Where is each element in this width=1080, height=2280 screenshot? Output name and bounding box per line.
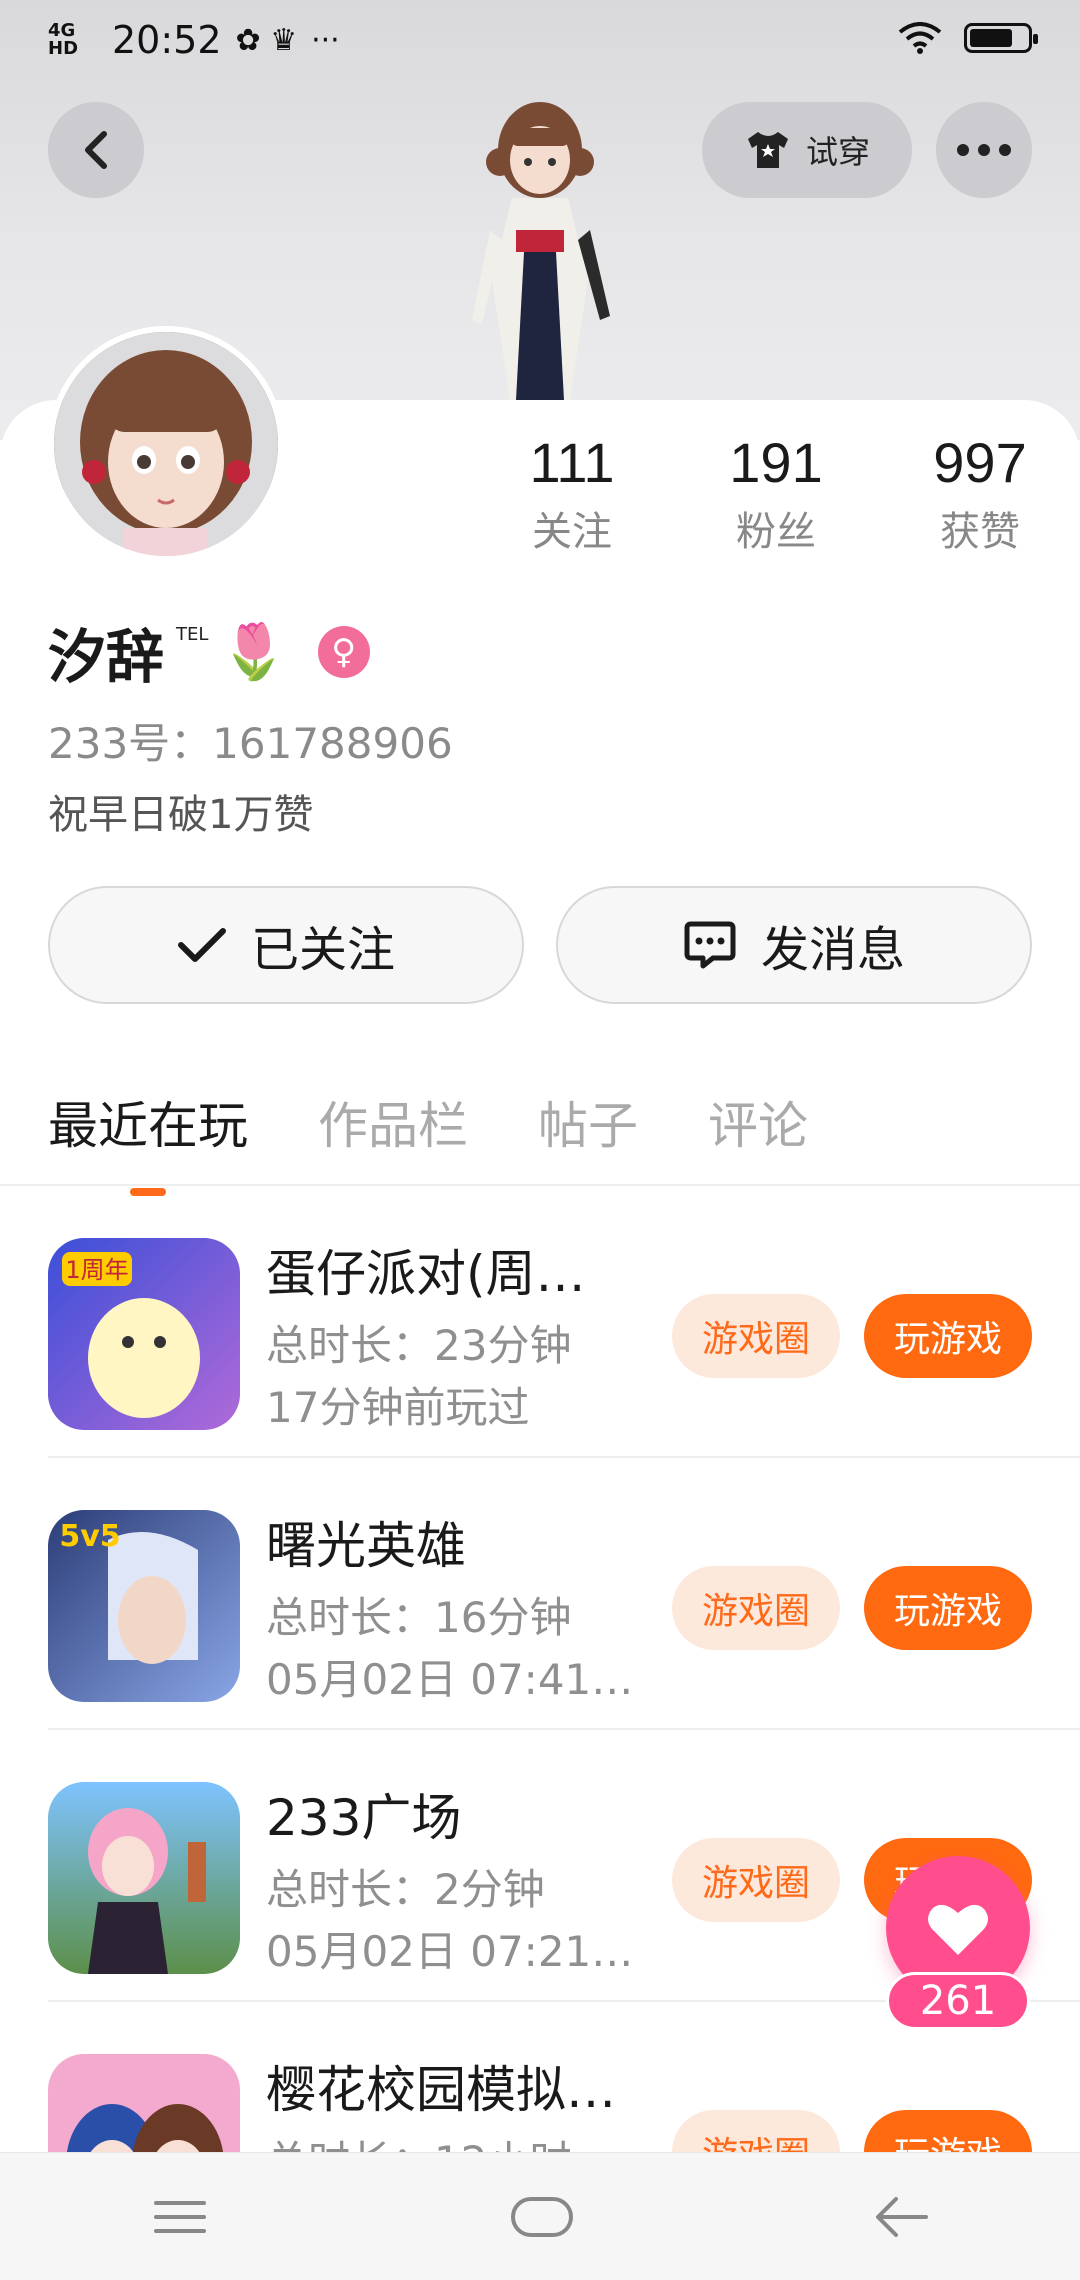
tab-comments[interactable]: 评论 (708, 1086, 808, 1158)
name-badge: TEL (176, 624, 209, 645)
avatar-figure-image (472, 102, 610, 400)
send-message-button[interactable]: 发消息 (556, 886, 1032, 1004)
wifi-icon (898, 22, 942, 54)
tab-works[interactable]: 作品栏 (318, 1086, 468, 1158)
status-bar: 4G HD 20:52 ✿ ♛ ··· (0, 0, 1080, 80)
game-circle-button[interactable]: 游戏圈 (672, 1566, 840, 1650)
avatar-image (54, 332, 278, 556)
chat-bubble-icon (684, 921, 736, 969)
checkmark-icon (177, 928, 226, 962)
shirt-icon (747, 132, 788, 168)
list-item[interactable]: 1周年 蛋仔派对(周… 总时长：23分钟 17分钟前玩过 游戏圈 玩游戏 (0, 1186, 1080, 1458)
user-bio: 祝早日破1万赞 (48, 792, 314, 838)
stat-number: 111 (529, 431, 615, 494)
svg-text:1周年: 1周年 (65, 1256, 128, 1284)
game-duration: 总时长：23分钟 (266, 1321, 572, 1370)
list-item[interactable]: 5v5 曙光英雄 总时长：16分钟 05月02日 07:41… 游戏圈 玩游戏 (0, 1458, 1080, 1730)
game-last-played: 05月02日 07:41… (266, 1655, 634, 1704)
menu-icon[interactable] (150, 2197, 210, 2237)
play-game-button[interactable]: 玩游戏 (864, 1566, 1032, 1650)
stat-followers[interactable]: 191 粉丝 (674, 430, 878, 557)
play-game-button[interactable]: 玩游戏 (864, 1294, 1032, 1378)
stat-following[interactable]: 111 关注 (470, 430, 674, 557)
home-icon[interactable] (509, 2193, 575, 2241)
gender-female-icon: ♀ (317, 626, 370, 678)
name-row: 汐辞 TEL 🌷 ♀ (48, 610, 370, 694)
more-dots-icon (957, 144, 1011, 156)
game-icon-233-plaza[interactable] (48, 1782, 240, 1974)
svg-text:5v5: 5v5 (59, 1519, 120, 1554)
stat-label: 关注 (532, 509, 612, 555)
stat-number: 191 (729, 431, 823, 494)
game-title: 樱花校园模拟… (266, 2061, 616, 2119)
send-message-label: 发消息 (760, 922, 905, 978)
heart-icon (928, 1904, 988, 1955)
more-options-button[interactable] (936, 102, 1032, 198)
game-last-played: 05月02日 07:21… (266, 1927, 634, 1976)
game-duration: 总时长：2分钟 (266, 1865, 545, 1914)
try-on-button[interactable]: 试穿 (702, 102, 912, 198)
recent-games-list: 1周年 蛋仔派对(周… 总时长：23分钟 17分钟前玩过 游戏圈 玩游戏 5v5… (0, 1186, 1080, 2274)
like-count-badge: 261 (886, 1972, 1030, 2030)
stat-label: 粉丝 (736, 509, 816, 555)
user-name: 汐辞 (48, 623, 165, 691)
stat-number: 997 (933, 431, 1027, 494)
game-circle-button[interactable]: 游戏圈 (672, 1838, 840, 1922)
game-circle-button[interactable]: 游戏圈 (672, 1294, 840, 1378)
profile-stats: 111 关注 191 粉丝 997 获赞 (470, 430, 1080, 557)
avatar[interactable] (48, 326, 284, 562)
stat-likes[interactable]: 997 获赞 (878, 430, 1080, 557)
game-title: 曙光英雄 (266, 1517, 466, 1575)
game-last-played: 17分钟前玩过 (266, 1383, 530, 1432)
notification-icons: ✿ ♛ (235, 22, 298, 58)
back-arrow-icon[interactable] (874, 2193, 930, 2241)
battery-icon (964, 23, 1038, 53)
system-nav-bar (0, 2152, 1080, 2280)
back-button[interactable] (48, 102, 144, 198)
followed-button[interactable]: 已关注 (48, 886, 524, 1004)
game-icon-eggy-party[interactable]: 1周年 (48, 1238, 240, 1430)
game-title: 233广场 (266, 1789, 462, 1847)
try-on-label: 试穿 (805, 133, 870, 171)
status-more-icon: ··· (311, 22, 340, 58)
stat-label: 获赞 (940, 509, 1020, 555)
game-duration: 总时长：16分钟 (266, 1593, 572, 1642)
network-indicator: 4G HD (48, 20, 79, 59)
profile-tabs: 最近在玩 作品栏 帖子 评论 (48, 1086, 808, 1196)
tab-recently-played[interactable]: 最近在玩 (48, 1086, 248, 1196)
game-icon-dawn-heroes[interactable]: 5v5 (48, 1510, 240, 1702)
tulip-emoji: 🌷 (220, 620, 288, 683)
followed-label: 已关注 (250, 922, 395, 978)
chevron-left-icon (85, 131, 107, 169)
status-time: 20:52 (112, 18, 222, 62)
game-title: 蛋仔派对(周… (266, 1245, 586, 1303)
tab-posts[interactable]: 帖子 (538, 1086, 638, 1158)
user-id: 233号：161788906 (48, 719, 453, 768)
